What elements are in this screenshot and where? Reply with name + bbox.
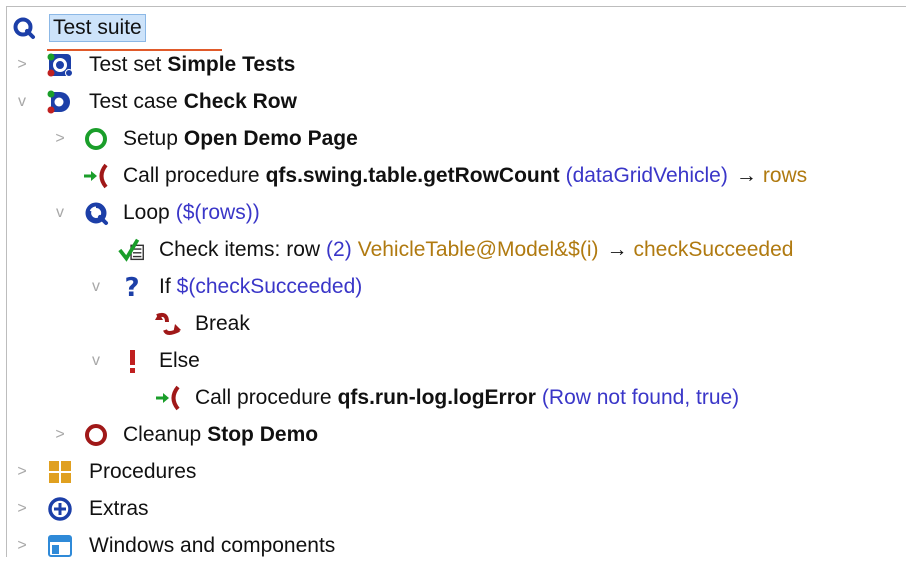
svg-text:?: ? <box>124 273 139 301</box>
node-type-label: Cleanup <box>123 423 202 446</box>
node-name: Stop Demo <box>207 423 319 446</box>
check-index: (2) <box>326 238 352 261</box>
procedure-name: qfs.swing.table.getRowCount <box>265 164 560 187</box>
cleanup-icon <box>81 420 111 450</box>
break-icon <box>153 309 183 339</box>
node-name: Open Demo Page <box>183 127 358 150</box>
if-icon: ? <box>117 272 147 302</box>
setup-icon <box>81 124 111 154</box>
procedure-params: (Row not found, true) <box>541 386 740 409</box>
test-case-icon <box>45 87 75 117</box>
procedures-icon <box>45 457 75 487</box>
result-arrow: → <box>606 238 628 261</box>
collapse-toggle-icon[interactable]: v <box>87 269 105 305</box>
check-items-icon <box>117 235 147 265</box>
node-label: Windows and components <box>89 534 336 557</box>
expand-toggle-icon[interactable]: > <box>51 121 69 157</box>
test-suite-label: Test suite <box>49 14 146 42</box>
node-type-label: Break <box>195 312 250 335</box>
collapse-toggle-icon[interactable]: v <box>13 84 31 120</box>
procedure-call-icon <box>81 161 111 191</box>
procedure-params: (dataGridVehicle) <box>565 164 728 187</box>
collapse-toggle-icon[interactable]: v <box>51 195 69 231</box>
node-label: Procedures <box>89 460 197 483</box>
node-type-label: Else <box>159 349 200 372</box>
else-icon <box>117 346 147 376</box>
expand-toggle-icon[interactable]: > <box>13 454 31 490</box>
procedure-call-icon <box>153 383 183 413</box>
result-arrow: → <box>735 164 757 187</box>
node-type-label: Setup <box>123 127 178 150</box>
procedure-name: qfs.run-log.logError <box>337 386 536 409</box>
node-type-label: Call procedure <box>195 386 332 409</box>
node-type-label: Test set <box>89 53 162 76</box>
loop-icon <box>81 198 111 228</box>
result-variable: rows <box>762 164 808 187</box>
expand-toggle-icon[interactable]: > <box>13 47 31 83</box>
expand-toggle-icon[interactable]: > <box>51 417 69 453</box>
result-variable: checkSucceeded <box>633 238 794 261</box>
test-suite-tree: Test suite > Test set Simple Tests v Tes… <box>6 6 906 557</box>
check-target: VehicleTable@Model&$(i) <box>357 238 599 261</box>
extras-icon <box>45 494 75 524</box>
node-type-label: If <box>159 275 171 298</box>
node-type-label: Loop <box>123 201 170 224</box>
node-type-label: Test case <box>89 90 178 113</box>
loop-params: ($(rows)) <box>175 201 260 224</box>
test-set-icon <box>45 50 75 80</box>
node-type-label: Call procedure <box>123 164 260 187</box>
if-condition: $(checkSucceeded) <box>176 275 363 298</box>
node-name: Simple Tests <box>167 53 296 76</box>
expand-toggle-icon[interactable]: > <box>13 528 31 564</box>
qftest-suite-icon <box>9 13 39 43</box>
collapse-toggle-icon[interactable]: v <box>87 343 105 379</box>
expand-toggle-icon[interactable]: > <box>13 491 31 527</box>
node-type-label: Check items: row <box>159 238 321 261</box>
node-name: Check Row <box>183 90 297 113</box>
node-label: Extras <box>89 497 149 520</box>
